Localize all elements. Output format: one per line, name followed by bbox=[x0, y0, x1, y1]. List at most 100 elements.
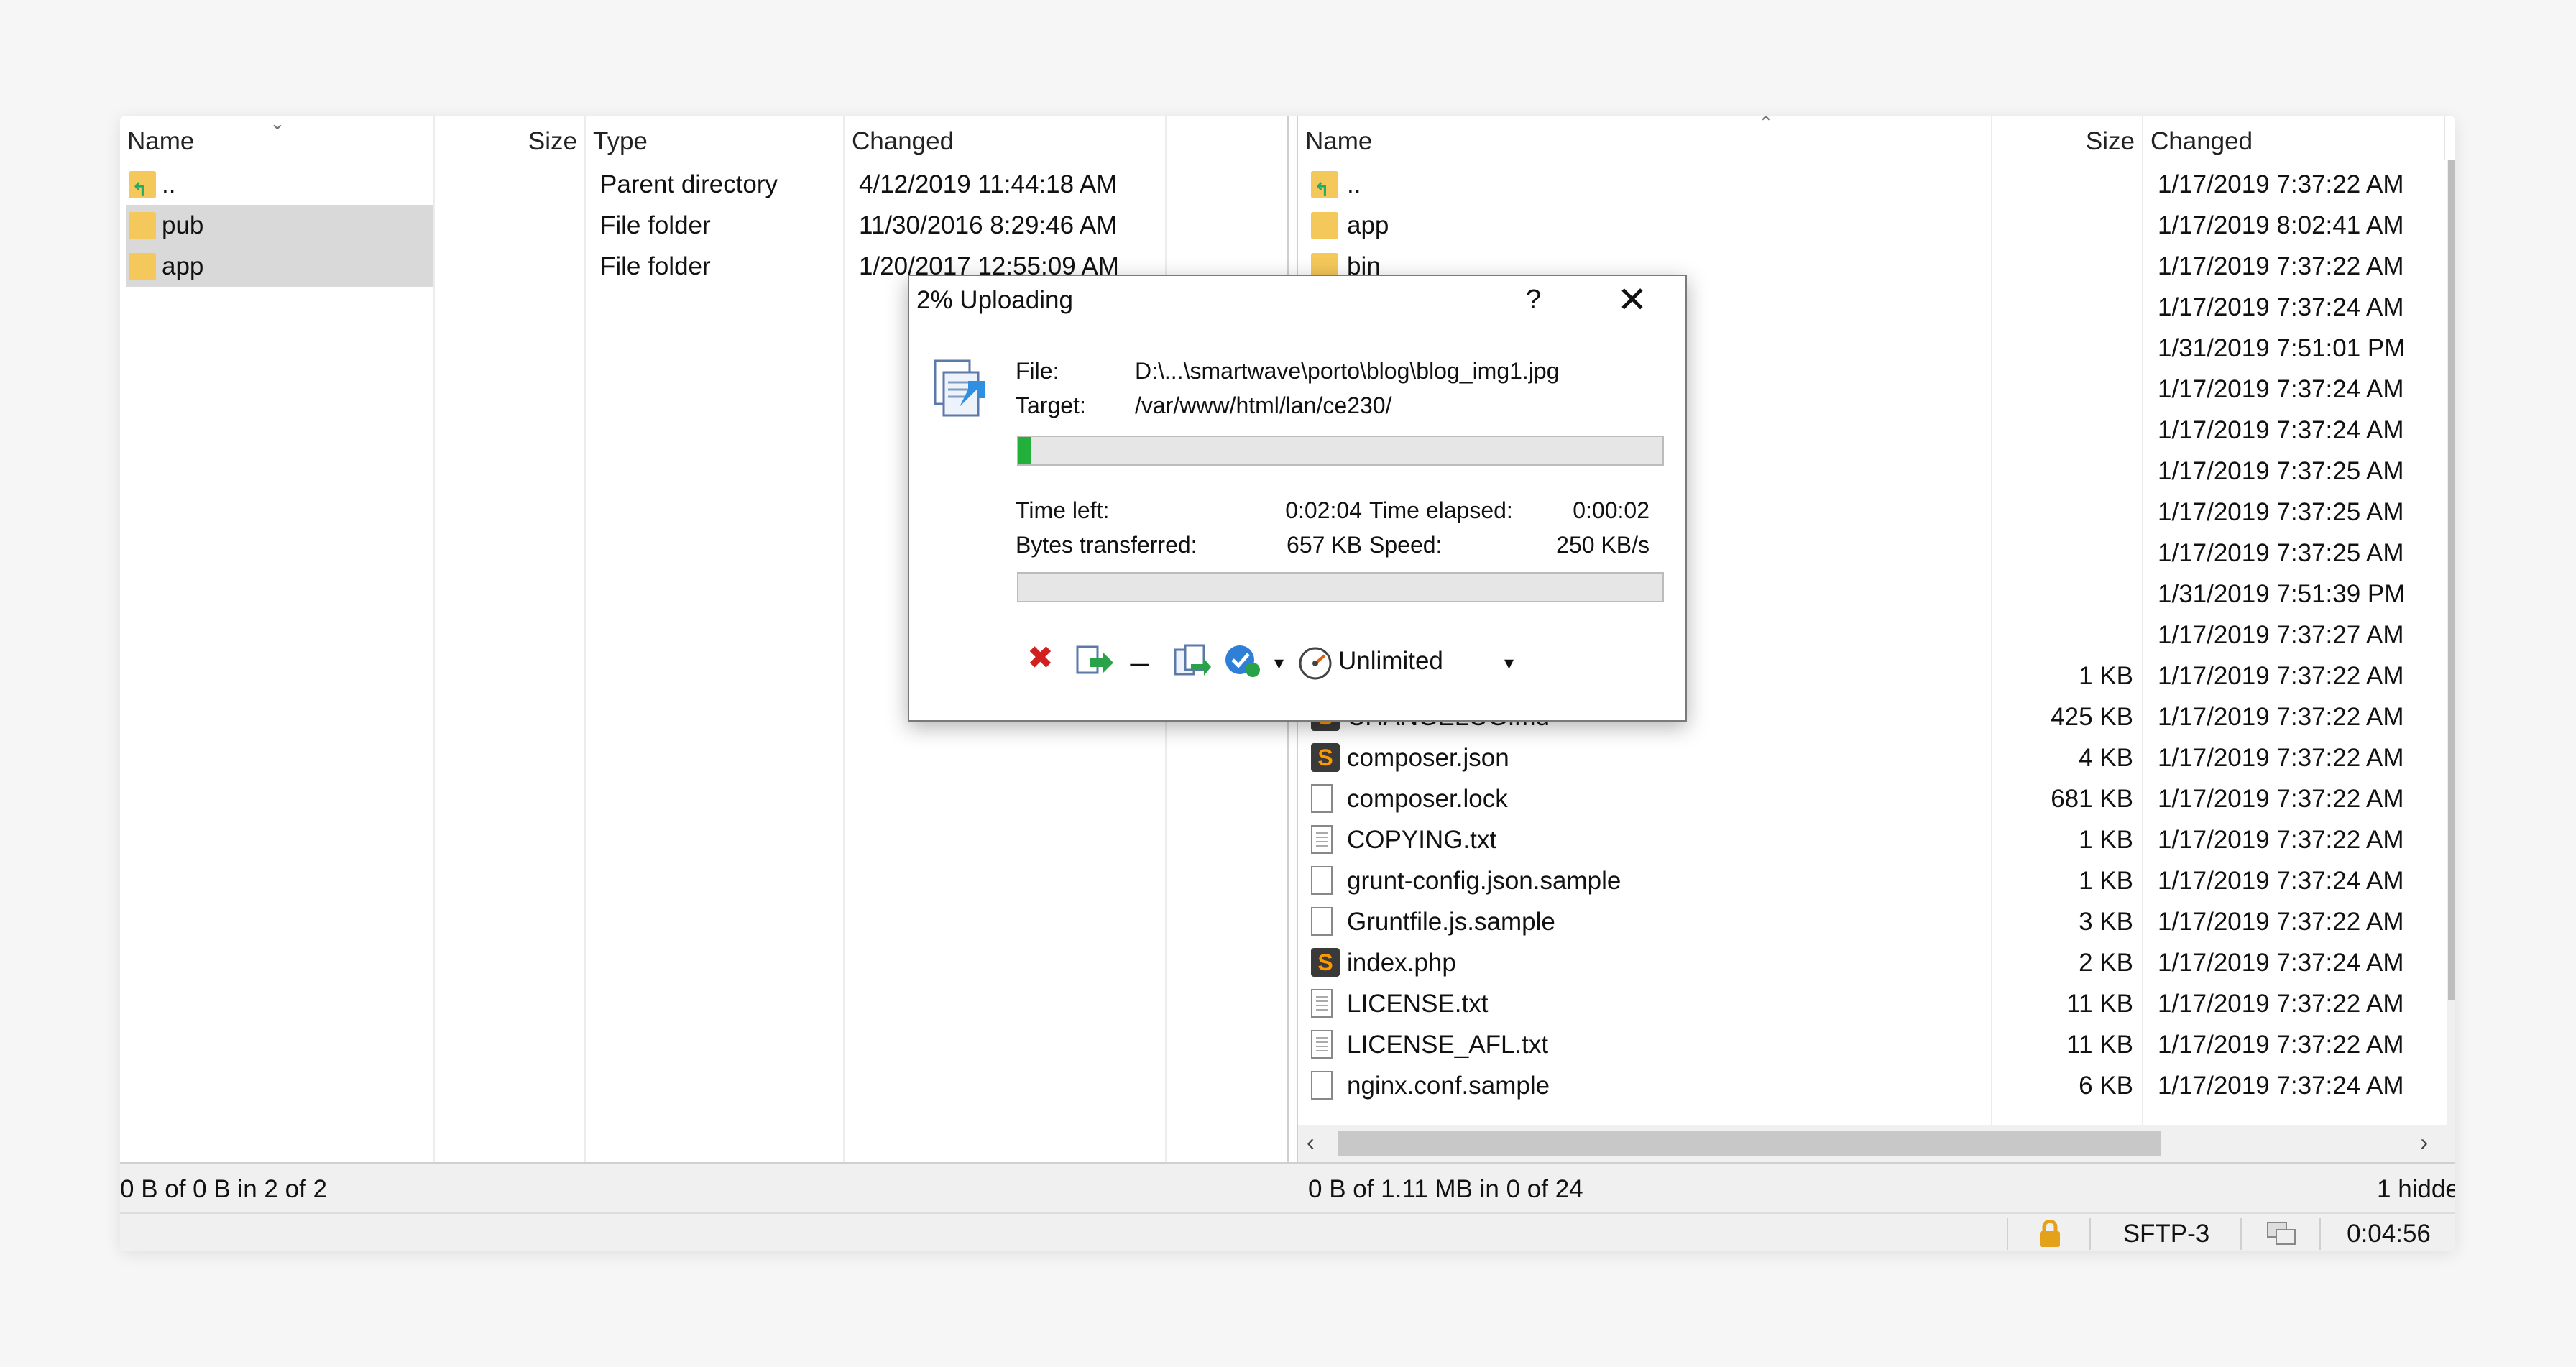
speed-limit-select[interactable]: Unlimited bbox=[1338, 647, 1443, 676]
vertical-scrollbar[interactable] bbox=[2447, 160, 2455, 1126]
bytes-label: Bytes transferred: bbox=[1016, 532, 1197, 558]
table-row[interactable]: ↰.. Parent directory 4/12/2019 11:44:18 AM bbox=[120, 164, 1287, 205]
connection-status-bar: SFTP-3 0:04:56 bbox=[120, 1212, 2455, 1251]
local-status: 0 B of 0 B in 2 of 2 bbox=[120, 1175, 327, 1203]
text-file-icon bbox=[1311, 1030, 1333, 1059]
file-changed: 1/17/2019 7:37:24 AM bbox=[2158, 375, 2404, 403]
move-to-background-icon[interactable] bbox=[1075, 644, 1115, 678]
folder-icon bbox=[1311, 212, 1338, 239]
file-changed: 1/17/2019 7:37:22 AM bbox=[2158, 785, 2404, 813]
dropdown-arrow-icon[interactable]: ▾ bbox=[1274, 645, 1284, 680]
queue-icon[interactable] bbox=[1172, 644, 1213, 678]
file-progress-fill bbox=[1018, 437, 1031, 464]
file-progress-bar bbox=[1017, 436, 1664, 466]
minimize-icon[interactable]: _ bbox=[1131, 632, 1148, 667]
table-row[interactable]: app 1/17/2019 8:02:41 AM bbox=[1298, 205, 2455, 246]
file-changed: 1/31/2019 7:51:39 PM bbox=[2158, 580, 2406, 608]
file-changed: 1/17/2019 7:37:22 AM bbox=[2158, 908, 2404, 936]
col-size[interactable]: Size bbox=[1992, 116, 2143, 160]
local-header: Name Size Type Changed ⌄ bbox=[120, 116, 1287, 160]
file-size: 2 KB bbox=[2079, 949, 2133, 977]
time-elapsed-label: Time elapsed: bbox=[1369, 497, 1513, 523]
file-name: LICENSE_AFL.txt bbox=[1347, 1031, 1549, 1059]
text-file-icon bbox=[1311, 989, 1333, 1018]
file-changed: 1/31/2019 7:51:01 PM bbox=[2158, 334, 2406, 362]
file-size bbox=[2000, 533, 2133, 574]
scroll-thumb[interactable] bbox=[2448, 160, 2455, 1000]
col-changed[interactable]: Changed bbox=[845, 116, 1167, 160]
file-changed: 1/17/2019 7:37:25 AM bbox=[2158, 539, 2404, 567]
target-label: Target: bbox=[1016, 392, 1086, 418]
parent-dir-icon: ↰ bbox=[129, 171, 156, 201]
horizontal-scrollbar[interactable]: ‹ › bbox=[1298, 1125, 2455, 1162]
lock-icon[interactable] bbox=[2007, 1218, 2091, 1250]
table-row[interactable]: Sindex.php 2 KB 1/17/2019 7:37:24 AM bbox=[1298, 942, 2455, 983]
table-row[interactable]: COPYING.txt 1 KB 1/17/2019 7:37:22 AM bbox=[1298, 819, 2455, 860]
file-size: 11 KB bbox=[2066, 1031, 2133, 1059]
table-row[interactable]: composer.lock 681 KB 1/17/2019 7:37:22 AM bbox=[1298, 778, 2455, 819]
file-name: app bbox=[1347, 211, 1389, 239]
scroll-thumb[interactable] bbox=[1338, 1131, 2161, 1156]
file-size: 6 KB bbox=[2079, 1072, 2133, 1100]
network-icon[interactable] bbox=[2240, 1218, 2321, 1250]
file-name: pub bbox=[162, 211, 204, 239]
file-size bbox=[2000, 451, 2133, 492]
file-changed: 11/30/2016 8:29:46 AM bbox=[859, 211, 1118, 239]
remote-status: 0 B of 1.11 MB in 0 of 24 bbox=[1308, 1175, 1583, 1203]
time-left-label: Time left: bbox=[1016, 497, 1110, 523]
table-row[interactable]: nginx.conf.sample 6 KB 1/17/2019 7:37:24 A… bbox=[1298, 1065, 2455, 1106]
remote-header: Name Size Changed ⌃ bbox=[1298, 116, 2455, 160]
speed-limit-dropdown-icon[interactable]: ▾ bbox=[1504, 645, 1514, 680]
file-size bbox=[2000, 615, 2133, 655]
file-type: File folder bbox=[600, 252, 711, 280]
file-name: composer.json bbox=[1347, 744, 1509, 772]
col-type[interactable]: Type bbox=[586, 116, 845, 160]
file-changed: 1/17/2019 7:37:22 AM bbox=[2158, 170, 2404, 198]
table-row[interactable]: pub File folder 11/30/2016 8:29:46 AM bbox=[120, 205, 1287, 246]
sort-indicator-icon: ⌃ bbox=[1758, 116, 1774, 134]
help-button[interactable]: ? bbox=[1526, 285, 1541, 316]
file-name: LICENSE.txt bbox=[1347, 990, 1489, 1018]
table-row[interactable]: LICENSE.txt 11 KB 1/17/2019 7:37:22 AM bbox=[1298, 983, 2455, 1024]
folder-icon bbox=[129, 253, 156, 280]
table-row[interactable]: grunt-config.json.sample 1 KB 1/17/2019 7:… bbox=[1298, 860, 2455, 901]
file-name: index.php bbox=[1347, 949, 1456, 977]
file-changed: 1/17/2019 7:37:24 AM bbox=[2158, 293, 2404, 321]
speed-label: Speed: bbox=[1369, 532, 1443, 558]
file-icon bbox=[1311, 1071, 1333, 1100]
bytes-value: 657 KB bbox=[1287, 532, 1362, 558]
target-path: /var/www/html/lan/ce230/ bbox=[1135, 392, 1392, 418]
file-name: app bbox=[162, 252, 204, 280]
file-path: D:\...\smartwave\porto\blog\blog_img1.jp… bbox=[1135, 358, 1560, 384]
file-changed: 1/17/2019 7:37:25 AM bbox=[2158, 457, 2404, 485]
file-size: 1 KB bbox=[2079, 662, 2133, 690]
col-name[interactable]: Name bbox=[1298, 116, 1992, 160]
table-row[interactable]: Gruntfile.js.sample 3 KB 1/17/2019 7:37:22… bbox=[1298, 901, 2455, 942]
table-row[interactable]: Scomposer.json 4 KB 1/17/2019 7:37:22 AM bbox=[1298, 737, 2455, 778]
file-size: 4 KB bbox=[2079, 744, 2133, 772]
col-changed[interactable]: Changed bbox=[2143, 116, 2445, 160]
table-row[interactable]: LICENSE_AFL.txt 11 KB 1/17/2019 7:37:22 AM bbox=[1298, 1024, 2455, 1065]
file-type: Parent directory bbox=[600, 170, 778, 198]
hidden-files-note[interactable]: 1 hidde bbox=[2377, 1175, 2455, 1204]
file-name: COPYING.txt bbox=[1347, 826, 1497, 854]
upload-progress-dialog[interactable]: 2% Uploading ? ✕ File: D:\...\smartwave\… bbox=[908, 275, 1687, 722]
col-size[interactable]: Size bbox=[435, 116, 586, 160]
file-changed: 1/17/2019 7:37:22 AM bbox=[2158, 252, 2404, 280]
scroll-right-icon[interactable]: › bbox=[2420, 1129, 2428, 1156]
time-left-value: 0:02:04 bbox=[1285, 497, 1362, 523]
table-row[interactable]: ↰.. 1/17/2019 7:37:22 AM bbox=[1298, 164, 2455, 205]
file-name: Gruntfile.js.sample bbox=[1347, 908, 1555, 936]
file-changed: 1/17/2019 8:02:41 AM bbox=[2158, 211, 2404, 239]
file-changed: 1/17/2019 7:37:22 AM bbox=[2158, 703, 2404, 731]
sublime-file-icon: S bbox=[1311, 948, 1340, 977]
file-name: grunt-config.json.sample bbox=[1347, 867, 1622, 895]
scroll-left-icon[interactable]: ‹ bbox=[1307, 1129, 1315, 1156]
on-completion-icon[interactable] bbox=[1223, 643, 1263, 678]
file-changed: 1/17/2019 7:37:24 AM bbox=[2158, 949, 2404, 977]
file-size bbox=[2000, 246, 2133, 287]
cancel-icon[interactable]: ✖ bbox=[1027, 641, 1054, 676]
close-button[interactable]: ✕ bbox=[1617, 279, 1647, 321]
protocol-indicator[interactable]: SFTP-3 bbox=[2089, 1218, 2242, 1250]
file-size bbox=[2000, 410, 2133, 451]
